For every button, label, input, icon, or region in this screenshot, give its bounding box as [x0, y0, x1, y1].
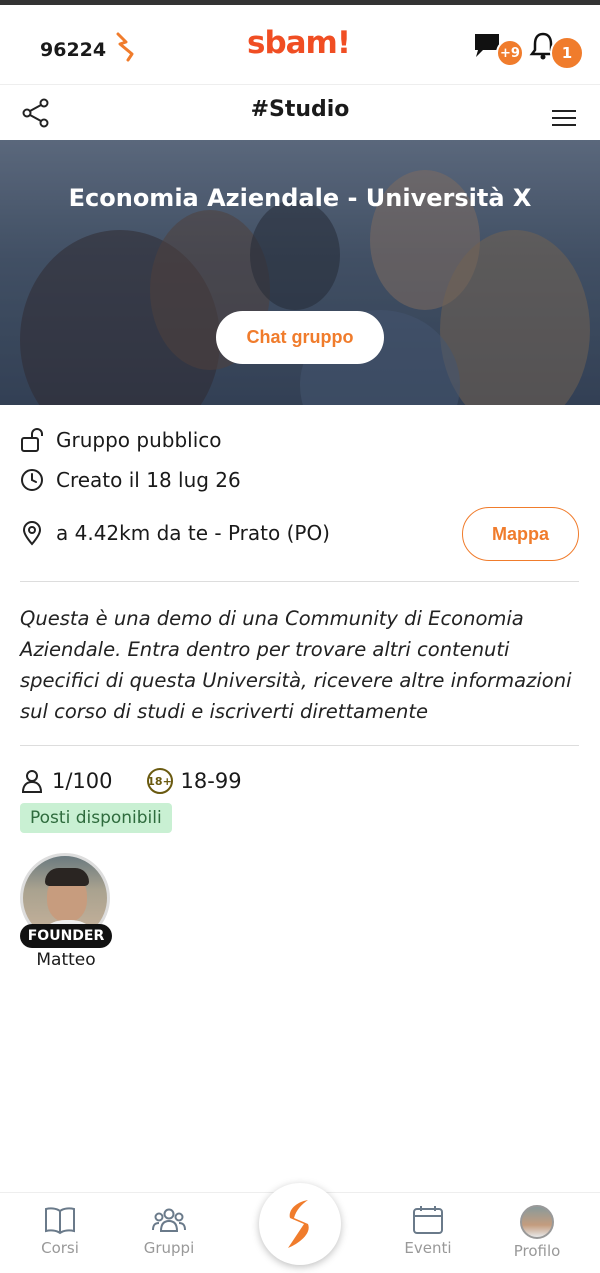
members-count: 1/100 — [52, 769, 113, 793]
tab-corsi[interactable]: Corsi — [20, 1205, 100, 1257]
group-cover-image: Economia Aziendale - Università X Chat g… — [0, 140, 600, 405]
cover-overlay — [0, 140, 600, 405]
founder-badge: FOUNDER — [20, 924, 112, 948]
location-row: a 4.42km da te - Prato (PO) — [20, 520, 330, 546]
tab-label: Gruppi — [143, 1239, 195, 1257]
map-button[interactable]: Mappa — [462, 507, 579, 561]
divider — [20, 745, 579, 746]
divider — [20, 581, 579, 582]
app-logo[interactable]: sbam! — [247, 25, 351, 61]
tab-label: Corsi — [41, 1239, 79, 1257]
created-row: Creato il 18 lug 26 — [20, 468, 241, 492]
app-header: 96224 sbam! +9 1 — [0, 5, 600, 85]
member-name: Matteo — [36, 950, 96, 970]
created-text: Creato il 18 lug 26 — [56, 468, 241, 492]
messages-badge: +9 — [496, 39, 524, 67]
member-card[interactable]: FOUNDER Matteo — [20, 853, 112, 970]
profile-avatar-icon — [520, 1205, 554, 1239]
calendar-icon — [413, 1206, 443, 1234]
group-icon — [152, 1208, 186, 1232]
age-range: 18-99 — [180, 769, 242, 793]
group-chat-button[interactable]: Chat gruppo — [216, 311, 384, 364]
home-action-button[interactable] — [259, 1183, 341, 1265]
bolt-icon — [114, 32, 136, 67]
notifications-badge: 1 — [550, 36, 584, 70]
tab-label: Profilo — [513, 1242, 561, 1260]
visibility-row: Gruppo pubblico — [20, 427, 222, 453]
page-title: #Studio — [250, 97, 350, 122]
clock-icon — [21, 469, 43, 491]
location-pin-icon — [22, 521, 42, 546]
book-icon — [45, 1207, 75, 1235]
age-18-icon: 18+ — [146, 768, 173, 794]
bolt-icon — [288, 1200, 309, 1248]
tab-profilo[interactable]: Profilo — [497, 1205, 577, 1260]
lock-open-icon — [21, 428, 43, 452]
page-subheader: #Studio — [0, 85, 600, 140]
messages-button[interactable]: +9 — [472, 31, 524, 67]
coins-counter[interactable]: 96224 — [40, 32, 136, 67]
group-title: Economia Aziendale - Università X — [68, 184, 532, 212]
group-stats: 1/100 18+ 18-99 — [20, 768, 242, 794]
visibility-text: Gruppo pubblico — [56, 428, 222, 452]
coins-value: 96224 — [40, 38, 107, 61]
location-text: a 4.42km da te - Prato (PO) — [56, 521, 330, 545]
tab-label: Eventi — [404, 1239, 452, 1257]
menu-icon[interactable] — [552, 108, 576, 128]
tab-eventi[interactable]: Eventi — [388, 1205, 468, 1257]
user-icon — [21, 770, 43, 793]
group-description: Questa è una demo di una Community di Ec… — [20, 607, 572, 723]
tab-gruppi[interactable]: Gruppi — [129, 1205, 209, 1257]
availability-badge: Posti disponibili — [20, 803, 172, 833]
notifications-button[interactable]: 1 — [528, 31, 584, 70]
